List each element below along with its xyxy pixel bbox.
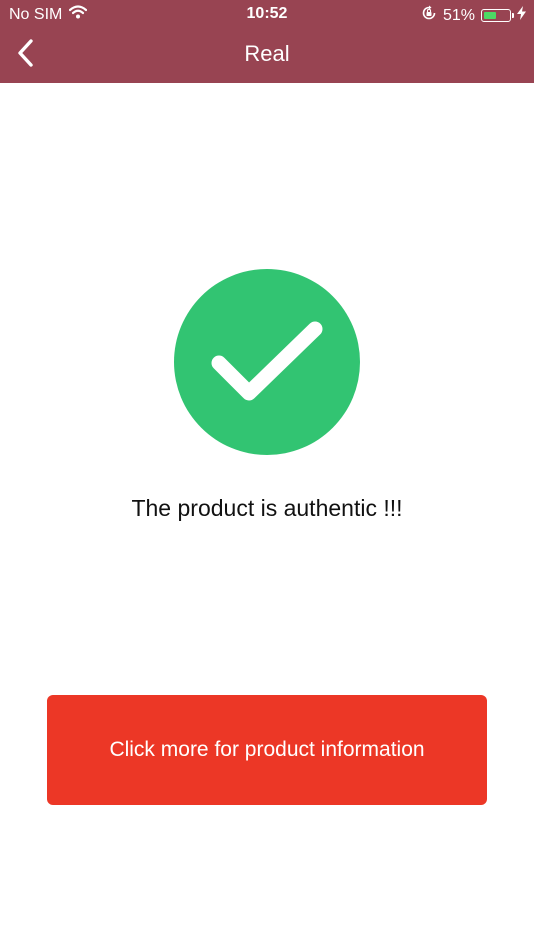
rotation-lock-icon [421,5,437,26]
battery-percent: 51% [442,6,475,24]
page-title: Real [244,41,290,66]
product-info-button-label: Click more for product information [109,738,425,761]
checkmark-icon [211,321,323,401]
header-bar: No SIM 10:52 51% Real [0,0,534,83]
product-info-button[interactable]: Click more for product information [47,695,487,805]
screen: No SIM 10:52 51% Real The product is aut… [0,0,534,950]
success-badge [174,269,360,455]
battery-tip [512,13,514,18]
authenticity-message: The product is authentic !!! [131,495,403,521]
status-bar: No SIM 10:52 51% [0,0,534,28]
charging-bolt-icon [517,6,526,25]
navigation-bar: Real [0,28,534,83]
status-right-group: 51% [421,5,526,26]
battery-level-fill [483,11,496,19]
battery-icon [481,9,514,22]
